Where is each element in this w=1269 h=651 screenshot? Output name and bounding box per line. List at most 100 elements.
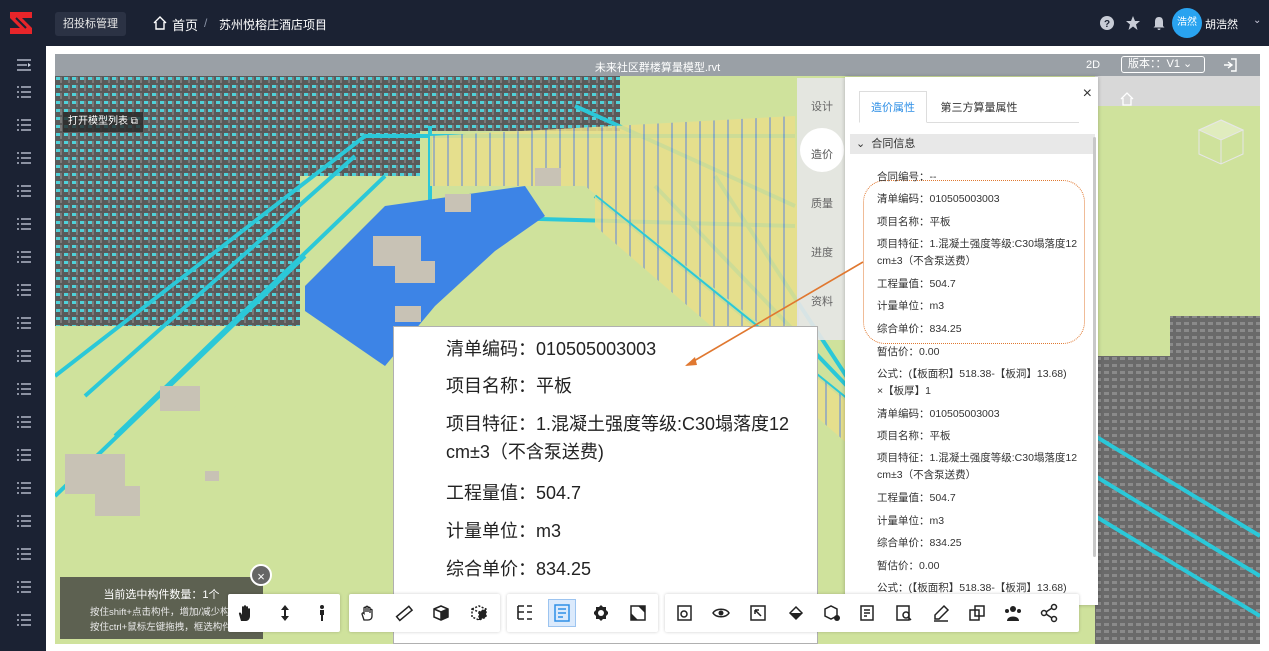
prop-unit: 计量单位：m3 bbox=[877, 515, 945, 527]
visibility-icon[interactable] bbox=[707, 599, 735, 627]
section-label: 合同信息 bbox=[871, 138, 916, 150]
callout-item-name: 项目名称：平板 bbox=[446, 376, 572, 396]
exit-icon[interactable] bbox=[1222, 57, 1238, 73]
prop-provisional-price: 暂估价：0.00 bbox=[877, 560, 940, 572]
list-icon[interactable] bbox=[17, 581, 31, 593]
compare-icon[interactable] bbox=[963, 599, 991, 627]
cube-dropdown-icon[interactable] bbox=[427, 599, 455, 627]
prop-item-name: 项目名称：平板 bbox=[877, 216, 951, 228]
walk-person-icon[interactable] bbox=[308, 599, 336, 627]
model-file-title: 未来社区群楼算量模型.rvt bbox=[594, 62, 721, 74]
share-icon[interactable] bbox=[1035, 599, 1063, 627]
tab-quality[interactable]: 质量 bbox=[797, 195, 847, 211]
list-icon[interactable] bbox=[17, 86, 31, 98]
callout-unit: 计量单位：m3 bbox=[446, 521, 562, 541]
prop-quantity: 工程量值：504.7 bbox=[877, 492, 956, 504]
settings-gear-icon[interactable] bbox=[587, 599, 615, 627]
properties-list-icon[interactable] bbox=[548, 599, 576, 627]
select-box-icon[interactable] bbox=[744, 599, 772, 627]
up-down-arrow-icon[interactable] bbox=[271, 599, 299, 627]
list-icon[interactable] bbox=[17, 218, 31, 230]
panel-scrollbar[interactable] bbox=[1093, 137, 1096, 557]
username[interactable]: 胡浩然 bbox=[1205, 16, 1238, 32]
help-icon[interactable]: ? bbox=[1099, 15, 1115, 31]
prop-bill-code: 清单编码：010505003003 bbox=[877, 408, 1000, 420]
people-icon[interactable] bbox=[999, 599, 1027, 627]
list-icon[interactable] bbox=[17, 185, 31, 197]
nav-cube[interactable] bbox=[1195, 116, 1247, 168]
document-search-icon[interactable] bbox=[890, 599, 918, 627]
list-icon[interactable] bbox=[17, 251, 31, 263]
prop-item-features: 项目特征：1.混凝土强度等级:C30塌落度12 bbox=[877, 452, 1078, 464]
filter-icon[interactable] bbox=[671, 599, 699, 627]
tree-structure-icon[interactable] bbox=[511, 599, 539, 627]
home-icon[interactable] bbox=[152, 15, 168, 31]
bell-icon[interactable] bbox=[1151, 15, 1167, 31]
breadcrumb-separator: / bbox=[204, 16, 208, 30]
prop-unit-price: 综合单价：834.25 bbox=[877, 323, 962, 335]
paint-bucket-icon[interactable] bbox=[782, 599, 810, 627]
tab-design[interactable]: 设计 bbox=[797, 98, 847, 114]
tab-cost[interactable]: 造价 bbox=[797, 146, 847, 162]
close-selection-button[interactable]: × bbox=[250, 564, 272, 586]
section-box-icon[interactable] bbox=[465, 599, 493, 627]
tab-third-party-attributes[interactable]: 第三方算量属性 bbox=[929, 91, 1029, 123]
list-icon[interactable] bbox=[17, 317, 31, 329]
rotate-hand-icon[interactable] bbox=[353, 599, 381, 627]
view-home-icon[interactable] bbox=[1119, 91, 1135, 107]
list-icon[interactable] bbox=[17, 482, 31, 494]
toolbar-view bbox=[349, 594, 500, 632]
fullscreen-icon[interactable] bbox=[624, 599, 652, 627]
list-icon[interactable] bbox=[17, 350, 31, 362]
callout-unit-price: 综合单价：834.25 bbox=[446, 559, 592, 579]
prop-item-features-cont: cm±3（不含泵送费） bbox=[877, 469, 977, 481]
callout-item-features-cont: cm±3（不含泵送费) bbox=[446, 442, 604, 462]
star-icon[interactable] bbox=[1125, 15, 1141, 31]
list-icon[interactable] bbox=[17, 515, 31, 527]
toolbar-model bbox=[507, 594, 658, 632]
edit-note-icon[interactable] bbox=[927, 599, 955, 627]
chevron-down-icon: ⌄ bbox=[856, 138, 866, 150]
callout-item-features: 项目特征：1.混凝土强度等级:C30塌落度12 bbox=[446, 414, 790, 434]
list-icon[interactable] bbox=[17, 449, 31, 461]
toolbar-navigation bbox=[228, 594, 340, 632]
user-menu-chevron-icon[interactable]: ⌄ bbox=[1253, 15, 1261, 26]
report-icon[interactable] bbox=[854, 599, 882, 627]
list-icon[interactable] bbox=[17, 284, 31, 296]
list-icon[interactable] bbox=[17, 614, 31, 626]
open-model-list-button[interactable]: 打开模型列表 ⧉ bbox=[63, 112, 143, 132]
breadcrumb-home[interactable]: 首页 bbox=[172, 15, 198, 34]
avatar[interactable]: 浩然 bbox=[1172, 8, 1202, 38]
version-select[interactable]: 版本：：V1 ⌄ bbox=[1121, 56, 1205, 73]
close-icon[interactable]: × bbox=[1083, 85, 1092, 103]
top-bar: 招投标管理 首页 / 苏州悦榕庄酒店项目 ⌄ ? 浩然 胡浩然 ⌄ bbox=[0, 0, 1269, 46]
mode-2d-toggle[interactable]: 2D bbox=[1086, 59, 1100, 71]
app-logo[interactable] bbox=[8, 10, 34, 36]
tab-documents[interactable]: 资料 bbox=[797, 293, 847, 309]
prop-item-features-cont: cm±3（不含泵送费） bbox=[877, 255, 977, 267]
model-info-icon[interactable] bbox=[818, 599, 846, 627]
open-model-list-label: 打开模型列表 bbox=[68, 116, 128, 127]
chevron-down-icon[interactable]: ⌄ bbox=[316, 15, 324, 26]
section-contract-info[interactable]: ⌄ 合同信息 bbox=[850, 134, 1095, 154]
list-icon[interactable] bbox=[17, 548, 31, 560]
list-icon[interactable] bbox=[17, 152, 31, 164]
menu-collapse-icon[interactable] bbox=[17, 59, 31, 71]
tab-cost-attributes[interactable]: 造价属性 bbox=[859, 91, 927, 123]
prop-formula-cont: ×【板厚】1 bbox=[877, 385, 931, 397]
list-icon[interactable] bbox=[17, 383, 31, 395]
pan-hand-icon[interactable] bbox=[231, 599, 259, 627]
prop-formula: 公式：(【板面积】518.38-【板洞】13.68) bbox=[877, 368, 1067, 380]
prop-provisional-price: 暂估价：0.00 bbox=[877, 346, 940, 358]
bim-viewer[interactable]: 未来社区群楼算量模型.rvt 2D 版本：：V1 ⌄ 打开模型列表 ⧉ 设计 造… bbox=[55, 54, 1260, 644]
selection-tip-ctrl: 按住ctrl+鼠标左键拖拽，框选构件 bbox=[90, 622, 232, 633]
tab-schedule[interactable]: 进度 bbox=[797, 244, 847, 260]
list-icon[interactable] bbox=[17, 416, 31, 428]
project-selector[interactable]: 苏州悦榕庄酒店项目 bbox=[219, 16, 327, 33]
left-sidebar bbox=[0, 46, 46, 651]
version-label: 版本：：V1 bbox=[1128, 58, 1180, 70]
prop-quantity: 工程量值：504.7 bbox=[877, 278, 956, 290]
toolbar-tools bbox=[665, 594, 1079, 632]
ruler-icon[interactable] bbox=[390, 599, 418, 627]
list-icon[interactable] bbox=[17, 119, 31, 131]
